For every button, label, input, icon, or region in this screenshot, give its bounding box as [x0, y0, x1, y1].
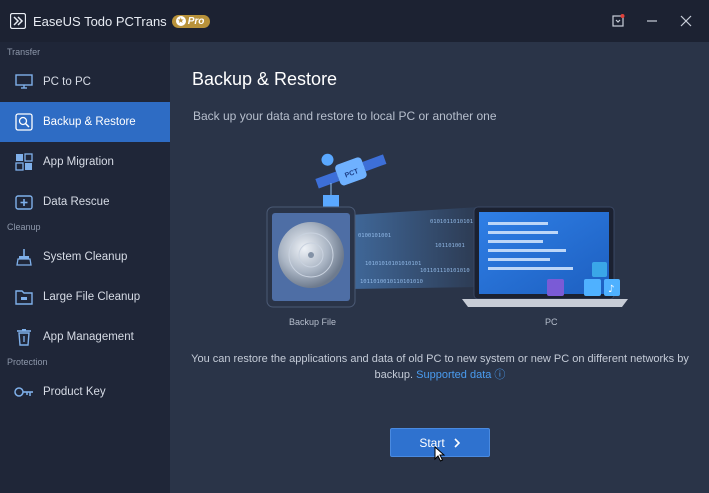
backup-restore-illustration: 0101011010101 0100101001 101101001 10101… [266, 153, 628, 308]
binary-line: 1011010010110101010 [360, 279, 423, 285]
user-app-icon [547, 279, 564, 296]
minimize-icon [647, 20, 657, 22]
sidebar-item-data-rescue[interactable]: Data Rescue [0, 182, 170, 222]
easeus-logo-icon [9, 12, 27, 30]
binary-line: 0101011010101 [430, 219, 473, 225]
close-button[interactable] [671, 6, 701, 36]
notification-button[interactable] [603, 6, 633, 36]
pc-laptop: ♪ [462, 206, 628, 307]
title-bar: EaseUS Todo PCTrans ★ Pro [0, 0, 709, 42]
camera-app-icon [584, 279, 601, 296]
backup-file-device [266, 206, 356, 308]
app-title: EaseUS Todo PCTrans [33, 13, 167, 29]
minimize-button[interactable] [637, 6, 667, 36]
document-app-icon [592, 262, 607, 277]
sidebar-item-label: Product Key [43, 386, 106, 398]
section-label-transfer: Transfer [7, 47, 41, 57]
mouse-cursor-icon [434, 446, 446, 462]
page-title: Backup & Restore [192, 69, 338, 89]
binary-line: 0100101001 [358, 233, 391, 239]
sidebar-item-label: App Management [43, 331, 134, 343]
binary-line: 101101110101010 [420, 268, 470, 274]
monitor-icon [14, 72, 34, 92]
pro-badge: ★ Pro [171, 14, 211, 28]
pc-label: PC [545, 317, 558, 327]
sidebar-item-label: System Cleanup [43, 251, 128, 263]
close-icon [680, 15, 692, 27]
section-label-protection: Protection [7, 357, 48, 367]
main-panel: Backup & Restore Back up your data and r… [170, 42, 709, 493]
sidebar-item-label: Backup & Restore [43, 116, 136, 128]
satellite-icon: PCT [315, 153, 387, 189]
sidebar-item-pc-to-pc[interactable]: PC to PC [0, 62, 170, 102]
sidebar-item-product-key[interactable]: Product Key [0, 372, 170, 412]
sidebar-item-system-cleanup[interactable]: System Cleanup [0, 237, 170, 277]
backup-file-label: Backup File [289, 317, 337, 327]
binary-line: 10101010101010101 [365, 261, 421, 267]
svg-text:♪: ♪ [608, 284, 614, 295]
key-icon [14, 382, 34, 402]
backup-restore-icon [14, 112, 34, 132]
page-subtitle: Back up your data and restore to local P… [193, 109, 497, 123]
sidebar-item-label: Data Rescue [43, 196, 110, 208]
chevron-right-icon [454, 437, 460, 448]
data-rescue-icon [14, 192, 34, 212]
pro-badge-label: Pro [187, 15, 205, 27]
sidebar-item-app-management[interactable]: App Management [0, 317, 170, 357]
app-migration-icon [14, 152, 34, 172]
sidebar-item-label: PC to PC [43, 76, 91, 88]
broom-icon [14, 247, 34, 267]
sidebar-item-large-file-cleanup[interactable]: Large File Cleanup [0, 277, 170, 317]
sidebar-item-backup-restore[interactable]: Backup & Restore [0, 102, 170, 142]
trash-icon [14, 327, 34, 347]
notification-icon [612, 14, 625, 27]
binary-line: 101101001 [435, 243, 465, 249]
sidebar-item-label: Large File Cleanup [43, 291, 141, 303]
window-controls [603, 0, 709, 42]
sidebar-item-label: App Migration [43, 156, 114, 168]
description: You can restore the applications and dat… [190, 351, 690, 383]
sidebar-item-app-migration[interactable]: App Migration [0, 142, 170, 182]
folder-icon [14, 287, 34, 307]
section-label-cleanup: Cleanup [7, 222, 41, 232]
star-icon: ★ [175, 16, 186, 26]
sidebar: Transfer PC to PC Backup & Restore App M… [0, 42, 170, 493]
supported-data-link[interactable]: Supported data ⓘ [416, 369, 505, 381]
